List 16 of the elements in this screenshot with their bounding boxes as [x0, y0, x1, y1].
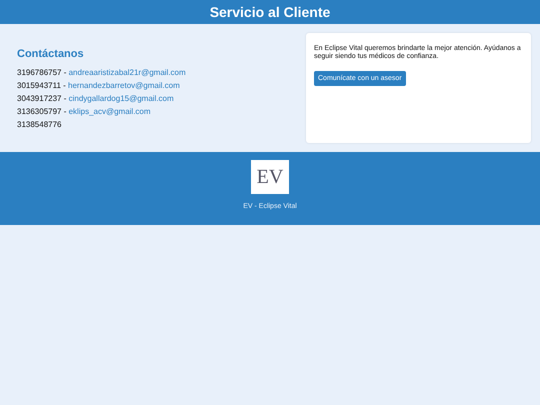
logo: EV: [251, 160, 289, 194]
phone-number: 3196786757: [17, 68, 62, 77]
separator-text: -: [62, 68, 68, 77]
separator-text: -: [62, 107, 68, 116]
phone-number: 3015943711: [17, 81, 61, 90]
email-link[interactable]: eklips_acv@gmail.com: [68, 107, 151, 116]
phone-number: 3043917237: [17, 94, 62, 103]
phone-number: 3138548776: [17, 120, 62, 129]
page-title: Servicio al Cliente: [210, 4, 330, 20]
email-link[interactable]: cindygallardog15@gmail.com: [68, 94, 174, 103]
contact-heading: Contáctanos: [17, 48, 85, 60]
email-link[interactable]: andreaaristizabal21r@gmail.com: [68, 68, 186, 77]
separator-text: -: [62, 81, 67, 90]
separator-text: -: [62, 94, 68, 103]
email-link[interactable]: hernandezbarretov@gmail.com: [68, 81, 180, 90]
phone-number: 3136305797: [17, 107, 62, 116]
